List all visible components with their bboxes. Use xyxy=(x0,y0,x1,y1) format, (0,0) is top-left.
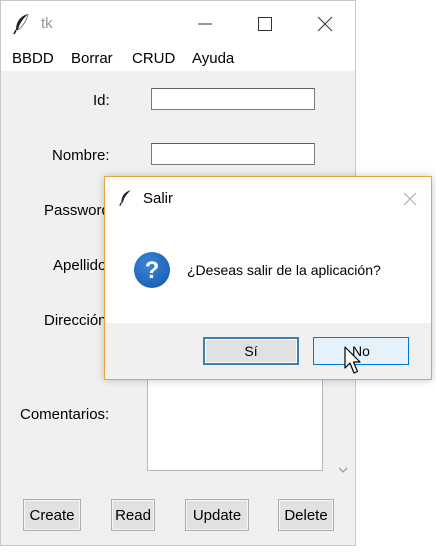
question-icon: ? xyxy=(134,252,170,288)
close-button[interactable] xyxy=(305,9,345,39)
label-id: Id: xyxy=(93,92,110,109)
menu-bar: BBDD Borrar CRUD Ayuda xyxy=(1,45,355,71)
feather-icon xyxy=(13,13,29,35)
dialog-button-bar: Sí No xyxy=(105,323,431,379)
read-button[interactable]: Read xyxy=(111,499,155,531)
window-title: tk xyxy=(41,15,53,32)
yes-button[interactable]: Sí xyxy=(203,337,299,365)
label-comentarios: Comentarios: xyxy=(20,406,110,423)
exit-dialog: Salir ? ¿Deseas salir de la aplicación? … xyxy=(104,176,432,380)
create-button[interactable]: Create xyxy=(23,499,81,531)
comentarios-scrollbar[interactable] xyxy=(333,379,353,487)
chevron-down-icon[interactable] xyxy=(337,465,349,475)
label-nombre: Nombre: xyxy=(52,147,110,164)
minimize-icon xyxy=(198,23,212,25)
comentarios-textarea[interactable] xyxy=(147,379,323,471)
menu-borrar[interactable]: Borrar xyxy=(71,50,113,67)
dialog-message: ¿Deseas salir de la aplicación? xyxy=(187,262,381,278)
title-bar[interactable]: tk xyxy=(1,1,355,45)
delete-button[interactable]: Delete xyxy=(278,499,334,531)
menu-ayuda[interactable]: Ayuda xyxy=(192,50,234,67)
feather-icon xyxy=(119,190,131,207)
close-icon xyxy=(317,16,333,32)
dialog-title-bar[interactable]: Salir xyxy=(105,177,431,219)
close-icon[interactable] xyxy=(399,188,421,210)
dialog-content: ? ¿Deseas salir de la aplicación? xyxy=(105,219,431,323)
label-apellido: Apellido: xyxy=(53,257,111,274)
menu-crud[interactable]: CRUD xyxy=(132,50,175,67)
no-button[interactable]: No xyxy=(313,337,409,365)
menu-bbdd[interactable]: BBDD xyxy=(12,50,54,67)
update-button[interactable]: Update xyxy=(185,499,249,531)
maximize-button[interactable] xyxy=(245,9,285,39)
id-input[interactable] xyxy=(151,88,315,110)
minimize-button[interactable] xyxy=(185,9,225,39)
maximize-icon xyxy=(258,17,272,31)
nombre-input[interactable] xyxy=(151,143,315,165)
dialog-title: Salir xyxy=(143,190,174,207)
svg-text:?: ? xyxy=(145,257,160,284)
label-direccion: Dirección: xyxy=(44,312,111,329)
